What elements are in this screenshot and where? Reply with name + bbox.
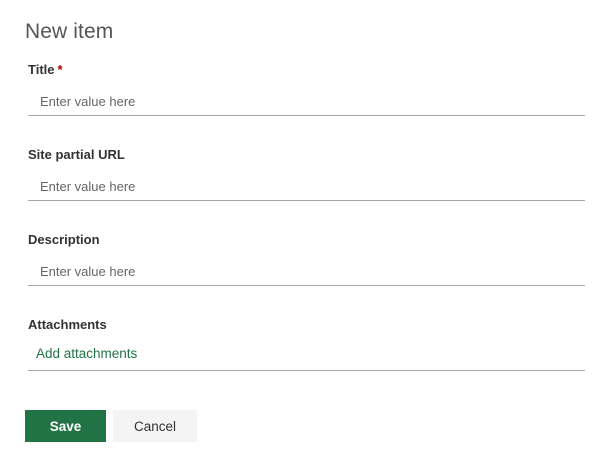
save-button[interactable]: Save: [25, 410, 106, 442]
title-label: Title *: [28, 62, 63, 77]
description-input[interactable]: [28, 262, 585, 286]
required-indicator: *: [57, 62, 63, 77]
title-field: Title *: [28, 62, 585, 116]
attachments-field: Attachments Add attachments: [28, 317, 585, 371]
description-label: Description: [28, 232, 100, 247]
add-attachments-link[interactable]: Add attachments: [36, 345, 137, 363]
attachments-row: Add attachments: [28, 345, 585, 371]
site-partial-url-label: Site partial URL: [28, 147, 125, 162]
description-field: Description: [28, 232, 585, 286]
attachments-label: Attachments: [28, 317, 107, 332]
site-partial-url-input[interactable]: [28, 177, 585, 201]
form-title: New item: [25, 20, 114, 43]
site-partial-url-field: Site partial URL: [28, 147, 585, 201]
title-input[interactable]: [28, 92, 585, 116]
cancel-button[interactable]: Cancel: [113, 410, 197, 442]
